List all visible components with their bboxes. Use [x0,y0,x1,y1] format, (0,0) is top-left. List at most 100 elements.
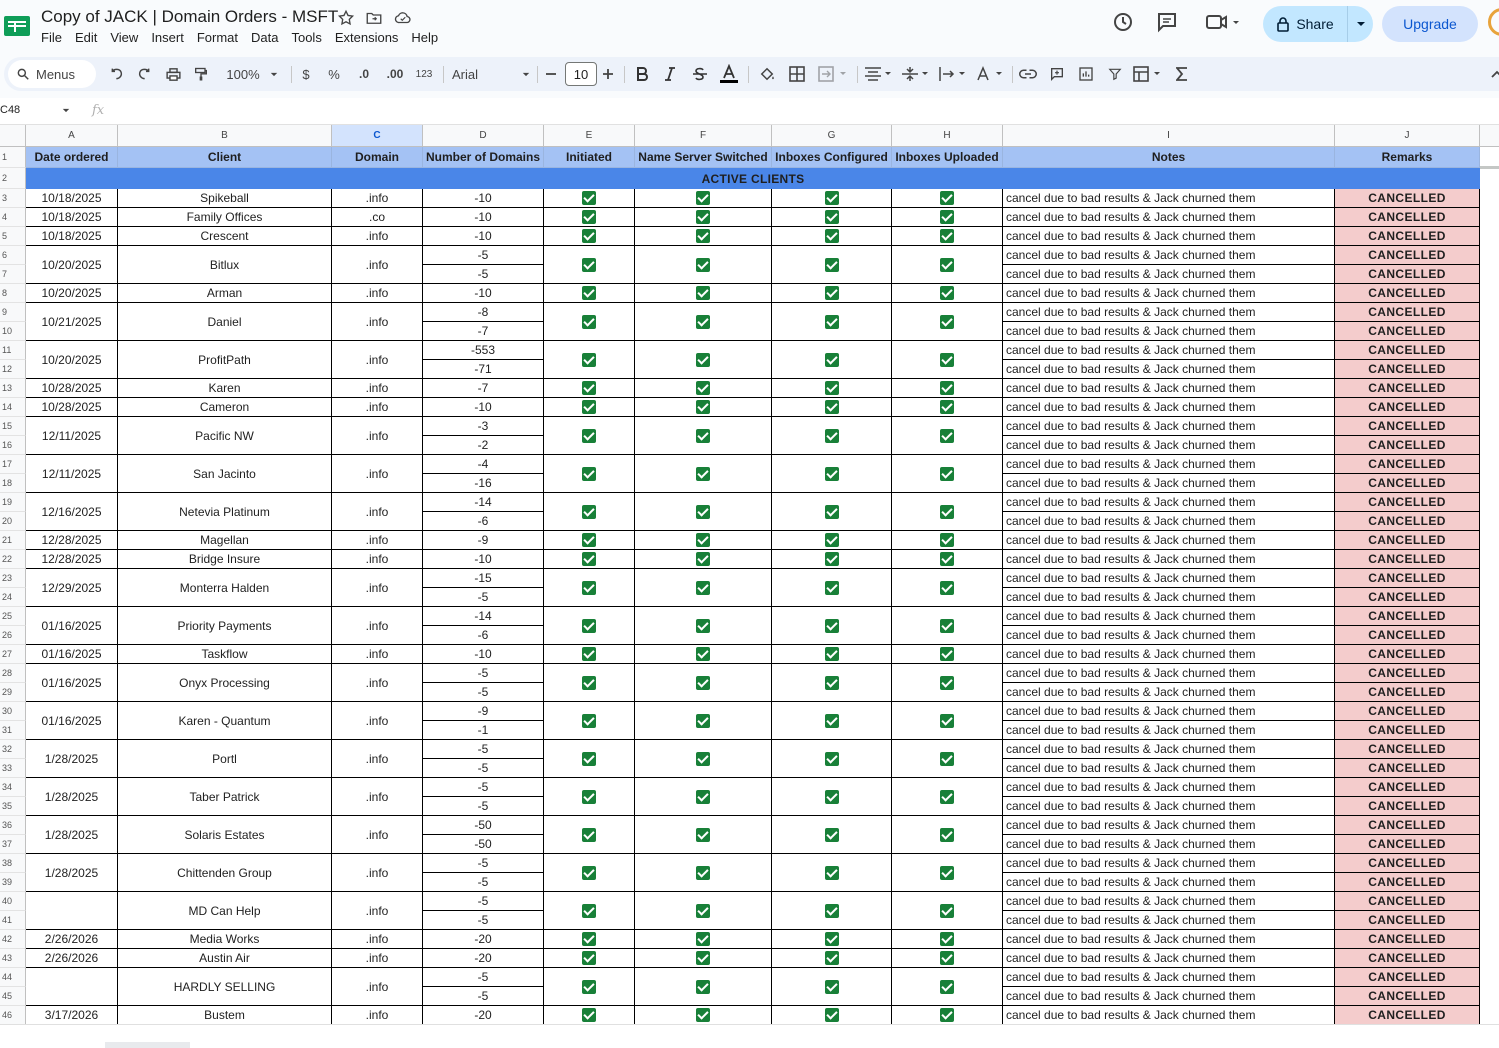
menu-insert[interactable]: Insert [151,30,191,45]
cell-domain[interactable]: .info [332,702,423,740]
cell-remarks[interactable]: CANCELLED [1335,512,1480,531]
header-initiated[interactable]: Initiated [544,147,635,168]
cell-notes[interactable]: cancel due to bad results & Jack churned… [1003,607,1335,626]
cell-name-server-switched[interactable] [635,778,772,816]
checkbox-checked-icon[interactable] [940,428,954,443]
cell-remarks[interactable]: CANCELLED [1335,474,1480,493]
cell-notes[interactable]: cancel due to bad results & Jack churned… [1003,740,1335,759]
checkbox-checked-icon[interactable] [824,647,839,661]
cell-name-server-switched[interactable] [635,341,772,379]
cell-name-server-switched[interactable] [635,189,772,208]
column-header-a[interactable]: A [26,125,118,146]
checkbox-checked-icon[interactable] [696,229,710,243]
checkbox-checked-icon[interactable] [824,210,839,224]
cell-date-ordered[interactable]: 2/26/2026 [26,930,118,949]
cell-notes[interactable]: cancel due to bad results & Jack churned… [1003,265,1335,284]
toolbar-collapse-button[interactable] [1490,63,1499,85]
cell-domain[interactable]: .info [332,778,423,816]
cell-name-server-switched[interactable] [635,968,772,1006]
checkbox-checked-icon[interactable] [582,789,596,804]
merge-cells-button[interactable] [816,63,852,85]
cell-inboxes-configured[interactable] [772,398,892,417]
cell-notes[interactable]: cancel due to bad results & Jack churned… [1003,303,1335,322]
checkbox-checked-icon[interactable] [940,827,954,842]
checkbox-checked-icon[interactable] [582,314,596,329]
cell-client[interactable]: Chittenden Group [118,854,332,892]
cell-initiated[interactable] [544,246,635,284]
cell-notes[interactable]: cancel due to bad results & Jack churned… [1003,797,1335,816]
checkbox-checked-icon[interactable] [696,257,710,272]
cell-notes[interactable]: cancel due to bad results & Jack churned… [1003,949,1335,968]
checkbox-checked-icon[interactable] [940,618,954,633]
cell-remarks[interactable]: CANCELLED [1335,360,1480,379]
decrease-decimal-button[interactable]: .0 [353,63,375,85]
checkbox-checked-icon[interactable] [940,504,954,519]
row-header[interactable]: 41 [0,911,26,930]
cell-remarks[interactable]: CANCELLED [1335,227,1480,246]
checkbox-checked-icon[interactable] [582,286,596,300]
cell-date-ordered[interactable]: 10/21/2025 [26,303,118,341]
cell-notes[interactable]: cancel due to bad results & Jack churned… [1003,493,1335,512]
checkbox-checked-icon[interactable] [824,533,839,547]
cell-number-of-domains[interactable]: -9 [423,702,544,721]
cell-notes[interactable]: cancel due to bad results & Jack churned… [1003,892,1335,911]
row-header[interactable]: 37 [0,835,26,854]
row-header[interactable]: 27 [0,645,26,664]
cell-inboxes-configured[interactable] [772,569,892,607]
cell-remarks[interactable]: CANCELLED [1335,1006,1480,1025]
checkbox-checked-icon[interactable] [696,191,710,205]
cell-remarks[interactable]: CANCELLED [1335,911,1480,930]
checkbox-checked-icon[interactable] [582,865,596,880]
cell-remarks[interactable]: CANCELLED [1335,208,1480,227]
cell-inboxes-uploaded[interactable] [892,930,1003,949]
cell-remarks[interactable]: CANCELLED [1335,455,1480,474]
checkbox-checked-icon[interactable] [696,903,710,918]
cell-remarks[interactable]: CANCELLED [1335,588,1480,607]
cell-remarks[interactable]: CANCELLED [1335,968,1480,987]
cell-remarks[interactable]: CANCELLED [1335,740,1480,759]
row-header[interactable]: 29 [0,683,26,702]
row-header[interactable]: 17 [0,455,26,474]
cell-notes[interactable]: cancel due to bad results & Jack churned… [1003,398,1335,417]
menu-format[interactable]: Format [197,30,245,45]
checkbox-checked-icon[interactable] [582,428,596,443]
cell-inboxes-configured[interactable] [772,284,892,303]
cell-client[interactable]: Taber Patrick [118,778,332,816]
cell-client[interactable]: Media Works [118,930,332,949]
column-header-c[interactable]: C [332,125,423,146]
cell-initiated[interactable] [544,417,635,455]
cell-domain[interactable]: .info [332,816,423,854]
cell-number-of-domains[interactable]: -14 [423,607,544,626]
row-header[interactable]: 21 [0,531,26,550]
cell-inboxes-configured[interactable] [772,854,892,892]
cell-number-of-domains[interactable]: -8 [423,303,544,322]
checkbox-checked-icon[interactable] [582,618,596,633]
cell-remarks[interactable]: CANCELLED [1335,531,1480,550]
cell-initiated[interactable] [544,550,635,569]
cell-number-of-domains[interactable]: -20 [423,949,544,968]
cell-number-of-domains[interactable]: -9 [423,531,544,550]
checkbox-checked-icon[interactable] [696,675,710,690]
cell-number-of-domains[interactable]: -10 [423,550,544,569]
cell-date-ordered[interactable]: 12/11/2025 [26,455,118,493]
menu-file[interactable]: File [41,30,69,45]
cell-initiated[interactable] [544,227,635,246]
checkbox-checked-icon[interactable] [824,865,839,880]
checkbox-checked-icon[interactable] [940,533,954,547]
checkbox-checked-icon[interactable] [582,504,596,519]
cell-inboxes-configured[interactable] [772,702,892,740]
checkbox-checked-icon[interactable] [696,504,710,519]
row-header[interactable]: 22 [0,550,26,569]
cell-date-ordered[interactable]: 10/28/2025 [26,379,118,398]
checkbox-checked-icon[interactable] [824,979,839,994]
cell-domain[interactable]: .info [332,569,423,607]
cell-client[interactable]: Daniel [118,303,332,341]
comments-icon[interactable] [1155,10,1179,34]
cell-domain[interactable]: .co [332,208,423,227]
bold-button[interactable] [634,63,650,85]
cell-domain[interactable]: .info [332,284,423,303]
row-header[interactable]: 3 [0,189,26,208]
cell-notes[interactable]: cancel due to bad results & Jack churned… [1003,778,1335,797]
cell-remarks[interactable]: CANCELLED [1335,816,1480,835]
cell-date-ordered[interactable] [26,892,118,930]
